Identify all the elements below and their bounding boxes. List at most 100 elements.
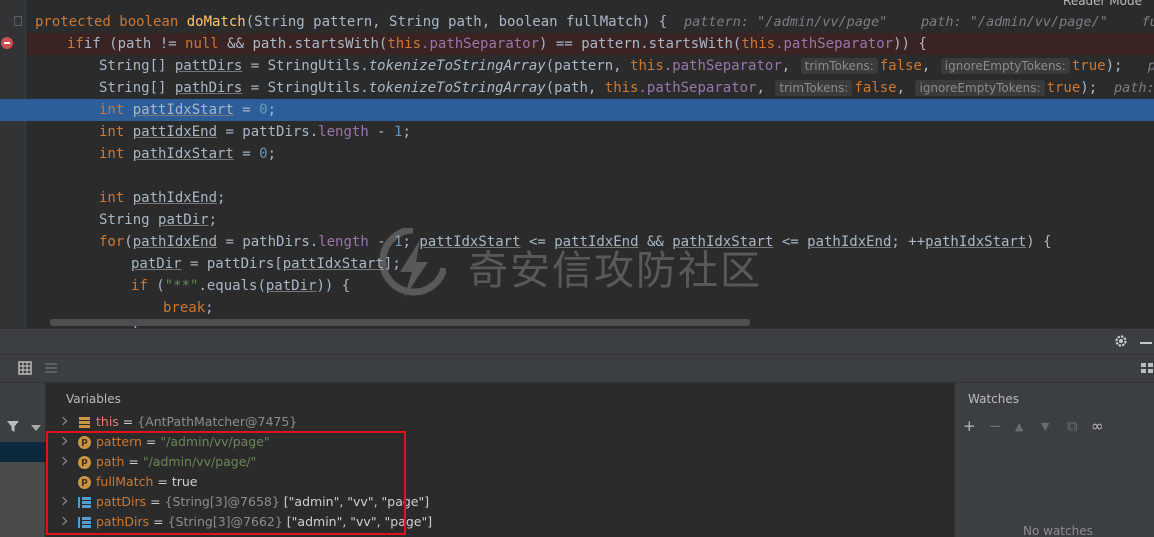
move-down-button[interactable]: ▼ bbox=[1041, 420, 1049, 433]
variable-text: fullMatch = true bbox=[96, 472, 198, 492]
token: break bbox=[163, 300, 206, 316]
equals-sign: = bbox=[141, 434, 161, 449]
grid-icon[interactable] bbox=[1140, 361, 1154, 375]
param-hint: trimTokens: bbox=[800, 58, 878, 74]
code-line-6: int pattIdxEnd = pattDirs.length - 1; bbox=[35, 121, 1154, 143]
add-watch-button[interactable]: + bbox=[963, 417, 976, 435]
watches-pane: Watches + − ▲ ▼ ⧉ ∞ No watches bbox=[954, 383, 1154, 537]
inline-value-path: path: "/admin/vv/page/" bbox=[920, 14, 1108, 30]
variable: pattIdxEnd bbox=[132, 124, 218, 140]
copy-watch-button[interactable]: ⧉ bbox=[1067, 417, 1078, 435]
variable-row-fullmatch[interactable]: p fullMatch = true bbox=[46, 472, 954, 492]
expand-arrow-icon[interactable] bbox=[58, 416, 68, 426]
token: ( bbox=[147, 278, 165, 294]
variable-row-this[interactable]: this = {AntPathMatcher@7475} bbox=[46, 412, 954, 432]
token: ; bbox=[208, 212, 218, 228]
token: this bbox=[387, 36, 422, 52]
variable: pattIdxStart bbox=[282, 256, 384, 272]
fold-marker-icon[interactable] bbox=[14, 16, 22, 26]
expand-arrow-icon[interactable] bbox=[58, 496, 68, 506]
current-execution-line: int pattIdxStart = 0; bbox=[0, 99, 1154, 121]
variable-row-pattern[interactable]: p pattern = "/admin/vv/page" bbox=[46, 432, 954, 452]
move-up-button[interactable]: ▲ bbox=[1015, 420, 1023, 433]
frames-list[interactable] bbox=[0, 462, 44, 537]
token: ; bbox=[402, 124, 411, 140]
remove-watch-button[interactable]: − bbox=[989, 417, 1002, 435]
variable: pathIdxEnd bbox=[132, 190, 218, 206]
expand-arrow-icon[interactable] bbox=[58, 456, 68, 466]
token: for bbox=[99, 234, 125, 250]
token: ; bbox=[267, 146, 277, 162]
token: length bbox=[318, 234, 369, 250]
method-call: tokenizeToStringArray bbox=[368, 58, 546, 74]
code-line-2: ifif (path != null && path.startsWith(th… bbox=[26, 33, 1154, 55]
variable-text: this = {AntPathMatcher@7475} bbox=[96, 412, 297, 432]
token: , bbox=[781, 58, 799, 74]
token: , bbox=[921, 58, 939, 74]
variable-row-pathdirs[interactable]: pathDirs = {String[3]@7662} ["admin", "v… bbox=[46, 512, 954, 532]
token: ; bbox=[205, 300, 214, 316]
variable-name: path bbox=[96, 454, 125, 469]
token: if (path != bbox=[83, 36, 186, 52]
token: ; ++ bbox=[891, 234, 926, 250]
expand-arrow-icon[interactable] bbox=[58, 436, 68, 446]
token: (path, bbox=[545, 80, 605, 96]
variable: pattDirs bbox=[174, 58, 243, 74]
selected-frame[interactable] bbox=[0, 442, 46, 462]
array-value: ["admin", "vv", "page"] bbox=[279, 494, 430, 509]
token: int bbox=[99, 102, 133, 118]
token: "**" bbox=[164, 278, 199, 294]
token: = bbox=[233, 102, 260, 118]
inline-value: path: "/ad bbox=[1114, 80, 1154, 96]
variable-row-path[interactable]: p path = "/admin/vv/page/" bbox=[46, 452, 954, 472]
variable: patDir bbox=[265, 278, 317, 294]
inline-value-fullmatch: fullMat bbox=[1141, 14, 1154, 30]
array-icon bbox=[78, 517, 91, 528]
token: .pathSeparator bbox=[775, 36, 894, 52]
token: true bbox=[1071, 58, 1106, 74]
variable-name: this bbox=[96, 414, 119, 429]
breakpoint-icon[interactable] bbox=[1, 37, 13, 49]
code-line-1: protected boolean doMatch(String pattern… bbox=[35, 11, 1154, 33]
table-view-icon[interactable] bbox=[18, 361, 32, 375]
no-watches-label: No watches bbox=[1023, 524, 1093, 537]
editor-gutter[interactable] bbox=[0, 0, 26, 328]
filter-icon[interactable] bbox=[6, 419, 20, 433]
object-id: {AntPathMatcher@7475} bbox=[137, 414, 298, 429]
variable-text: pattern = "/admin/vv/page" bbox=[96, 432, 270, 452]
string-value: "/admin/vv/page" bbox=[160, 434, 270, 449]
code-editor[interactable]: Reader Mode protected boolean doMatch(St… bbox=[0, 0, 1154, 328]
variables-title: Variables bbox=[66, 392, 121, 406]
token: 0 bbox=[259, 146, 268, 162]
layout-icon[interactable] bbox=[44, 361, 58, 375]
equals-sign: = bbox=[149, 514, 168, 529]
code-line-4: String[] pathDirs = StringUtils.tokenize… bbox=[35, 77, 1154, 99]
token: if bbox=[131, 278, 148, 294]
token: ); bbox=[1080, 80, 1098, 96]
boolean-value: true bbox=[171, 474, 198, 489]
horizontal-scrollbar[interactable] bbox=[50, 319, 750, 326]
gear-icon[interactable] bbox=[1114, 334, 1128, 348]
parameter-icon: p bbox=[78, 436, 91, 449]
param-hint: trimTokens: bbox=[775, 80, 853, 96]
variable: pathIdxStart bbox=[925, 234, 1027, 250]
token: ) { bbox=[1026, 234, 1052, 250]
minimize-icon[interactable] bbox=[1140, 342, 1152, 344]
reader-mode-label[interactable]: Reader Mode bbox=[1063, 0, 1142, 8]
expand-arrow-icon[interactable] bbox=[58, 516, 68, 526]
code-line-3: String[] pattDirs = StringUtils.tokenize… bbox=[35, 55, 1154, 77]
chevron-down-icon[interactable] bbox=[31, 425, 41, 431]
variable: patDir bbox=[158, 212, 209, 228]
token: length bbox=[318, 124, 369, 140]
variable-row-pattdirs[interactable]: pattDirs = {String[3]@7658} ["admin", "v… bbox=[46, 492, 954, 512]
token: = pattDirs. bbox=[217, 124, 319, 140]
glasses-icon[interactable]: ∞ bbox=[1091, 417, 1104, 435]
token: .equals( bbox=[198, 278, 266, 294]
variable-name: pathDirs bbox=[96, 514, 150, 529]
token: int bbox=[99, 146, 133, 162]
token: String[] bbox=[99, 80, 175, 96]
equals-sign: = bbox=[124, 454, 143, 469]
token: (pattern, bbox=[545, 58, 631, 74]
debugger-panel: Variables this = {AntPathMatcher@7475} p… bbox=[0, 328, 1154, 537]
token: = StringUtils. bbox=[242, 80, 369, 96]
